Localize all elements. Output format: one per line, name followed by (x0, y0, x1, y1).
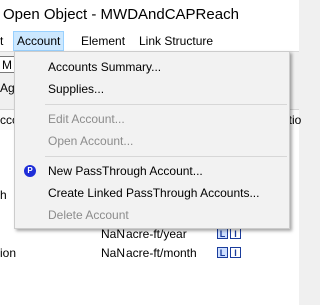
menu-item-accounts-summary[interactable]: Accounts Summary... (16, 56, 288, 78)
menu-item-supplies[interactable]: Supplies... (16, 78, 288, 100)
menu-item-label: Delete Account (48, 208, 129, 222)
tab-ag[interactable]: Ag (0, 81, 15, 95)
row-value: NaN (101, 246, 126, 260)
row-unit: acre-ft/month (126, 246, 197, 260)
table-cell-fragment: h (0, 188, 7, 202)
window-title: Open Object - MWDAndCAPReach (3, 6, 239, 23)
title-bar: Open Object - MWDAndCAPReach (0, 0, 299, 32)
menu-separator (45, 156, 287, 157)
passthrough-icon: P (24, 165, 36, 177)
row-unit: acre-ft/year (126, 227, 187, 241)
menu-item-create-linked-passthrough[interactable]: Create Linked PassThrough Accounts... (16, 182, 288, 204)
menu-separator (45, 104, 287, 105)
menu-item-label: New PassThrough Account... (48, 164, 203, 178)
row-value: NaN (101, 227, 126, 241)
account-menu-dropdown: Accounts Summary... Supplies... Edit Acc… (14, 51, 290, 229)
menu-item-label: Create Linked PassThrough Accounts... (48, 186, 260, 200)
menu-account[interactable]: Account (13, 31, 65, 51)
linked-icon[interactable]: L (217, 228, 228, 239)
menu-item-label: Supplies... (48, 82, 105, 96)
menu-element[interactable]: Element (78, 32, 128, 50)
info-icon[interactable]: I (230, 228, 241, 239)
menu-item-edit-account[interactable]: Edit Account... (16, 108, 288, 130)
menu-item-label: Edit Account... (48, 112, 125, 126)
menu-item-label: Open Account... (48, 134, 134, 148)
menu-bar: t Account Element Link Structure (0, 31, 299, 52)
menu-item-label: Accounts Summary... (48, 60, 162, 74)
menu-item-new-passthrough[interactable]: P New PassThrough Account... (16, 160, 288, 182)
menu-link-structure[interactable]: Link Structure (136, 32, 216, 50)
menu-item-open-account[interactable]: Open Account... (16, 130, 288, 152)
menu-item-delete-account[interactable]: Delete Account (16, 204, 288, 226)
row-prefix: ion (0, 246, 17, 260)
menu-item-partial[interactable]: t (0, 32, 6, 50)
